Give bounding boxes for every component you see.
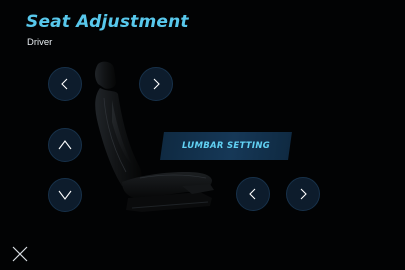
seat-adjustment-screen: Seat Adjustment Driver LUMBAR SETTING <box>0 0 405 270</box>
page-subtitle: Driver <box>27 37 53 48</box>
close-icon[interactable] <box>10 244 30 264</box>
chevron-right-icon <box>153 78 160 90</box>
chevron-left-icon <box>61 78 68 90</box>
seat-forward-button[interactable] <box>139 67 173 101</box>
seat-up-button[interactable] <box>48 128 82 162</box>
lumbar-right-button[interactable] <box>286 177 320 211</box>
chevron-right-icon <box>300 188 307 200</box>
seat-back-button[interactable] <box>48 67 82 101</box>
lumbar-setting-label: LUMBAR SETTING <box>160 132 292 160</box>
chevron-left-icon <box>249 188 256 200</box>
chevron-down-icon <box>58 190 72 200</box>
chevron-up-icon <box>58 140 72 150</box>
page-title: Seat Adjustment <box>26 12 189 32</box>
seat-down-button[interactable] <box>48 178 82 212</box>
lumbar-setting-text: LUMBAR SETTING <box>181 141 271 151</box>
lumbar-left-button[interactable] <box>236 177 270 211</box>
